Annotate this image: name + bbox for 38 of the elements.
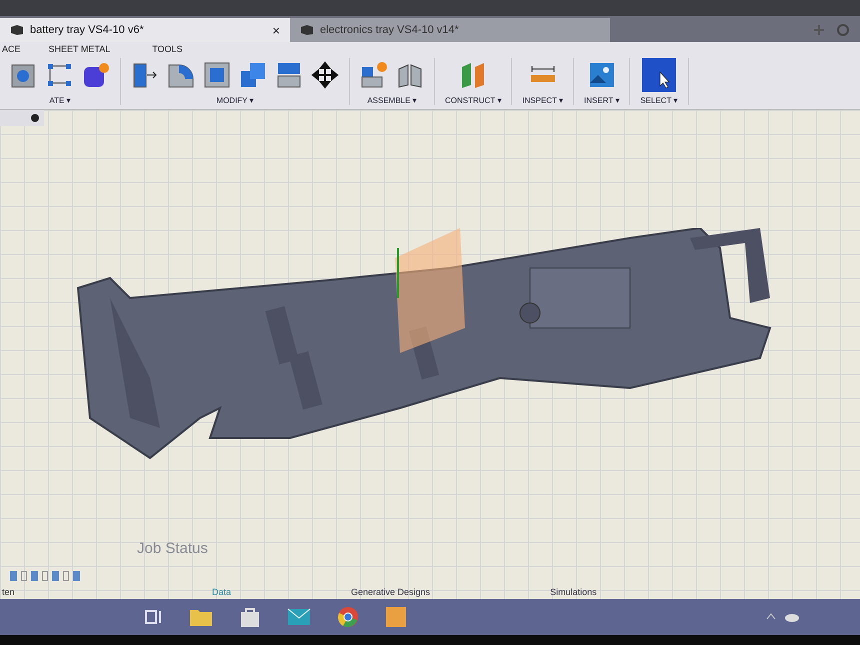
cloud-icon[interactable] (784, 612, 800, 622)
chevron-up-icon[interactable] (766, 612, 776, 620)
document-tab[interactable]: electronics tray VS4-10 v14* (290, 18, 610, 42)
form-tool-icon[interactable] (82, 61, 110, 89)
shopping-bag-icon[interactable] (239, 606, 261, 628)
close-tab-button[interactable]: × (272, 22, 280, 38)
tool-group-menu[interactable]: SELECT ▾ (640, 96, 678, 105)
combine-icon[interactable] (239, 61, 267, 89)
shell-icon[interactable] (203, 61, 231, 89)
visibility-dot-icon[interactable] (30, 113, 40, 123)
job-status-title: Job Status (137, 540, 209, 557)
timeline-drawing (10, 571, 80, 581)
workspace-tab[interactable]: SHEET METAL (48, 44, 110, 54)
workspace-tab[interactable]: TOOLS (152, 44, 183, 54)
browser-icon[interactable] (337, 606, 359, 628)
insert-image-icon[interactable] (588, 61, 616, 89)
press-pull-icon[interactable] (131, 61, 159, 89)
sketch-tool-icon[interactable] (46, 61, 74, 89)
status-text: ten (2, 587, 16, 597)
mail-icon[interactable] (287, 608, 311, 626)
document-tab[interactable]: battery tray VS4-10 v6* × (0, 18, 290, 42)
tool-group-menu[interactable]: MODIFY ▾ (216, 96, 254, 105)
workspace-tab[interactable]: ACE (2, 44, 21, 54)
split-body-icon[interactable] (275, 61, 303, 89)
new-component-icon[interactable] (360, 61, 388, 89)
tool-group-menu[interactable]: CONSTRUCT ▾ (445, 96, 502, 105)
folder-icon[interactable] (189, 607, 213, 627)
tool-group-menu[interactable]: ASSEMBLE ▾ (367, 96, 417, 105)
tool-group-menu[interactable]: ATE ▾ (49, 96, 71, 105)
cube-icon (300, 24, 314, 36)
task-view-icon[interactable] (145, 609, 163, 625)
app-icon[interactable] (385, 606, 407, 628)
select-tool-icon[interactable] (642, 58, 676, 92)
panel-tab[interactable]: Generative Designs (351, 587, 430, 597)
cube-icon (10, 24, 24, 36)
panel-tab[interactable]: Simulations (550, 587, 597, 597)
tool-group-menu[interactable]: INSERT ▾ (584, 96, 620, 105)
tool-group-menu[interactable]: INSPECT ▾ (522, 96, 564, 105)
